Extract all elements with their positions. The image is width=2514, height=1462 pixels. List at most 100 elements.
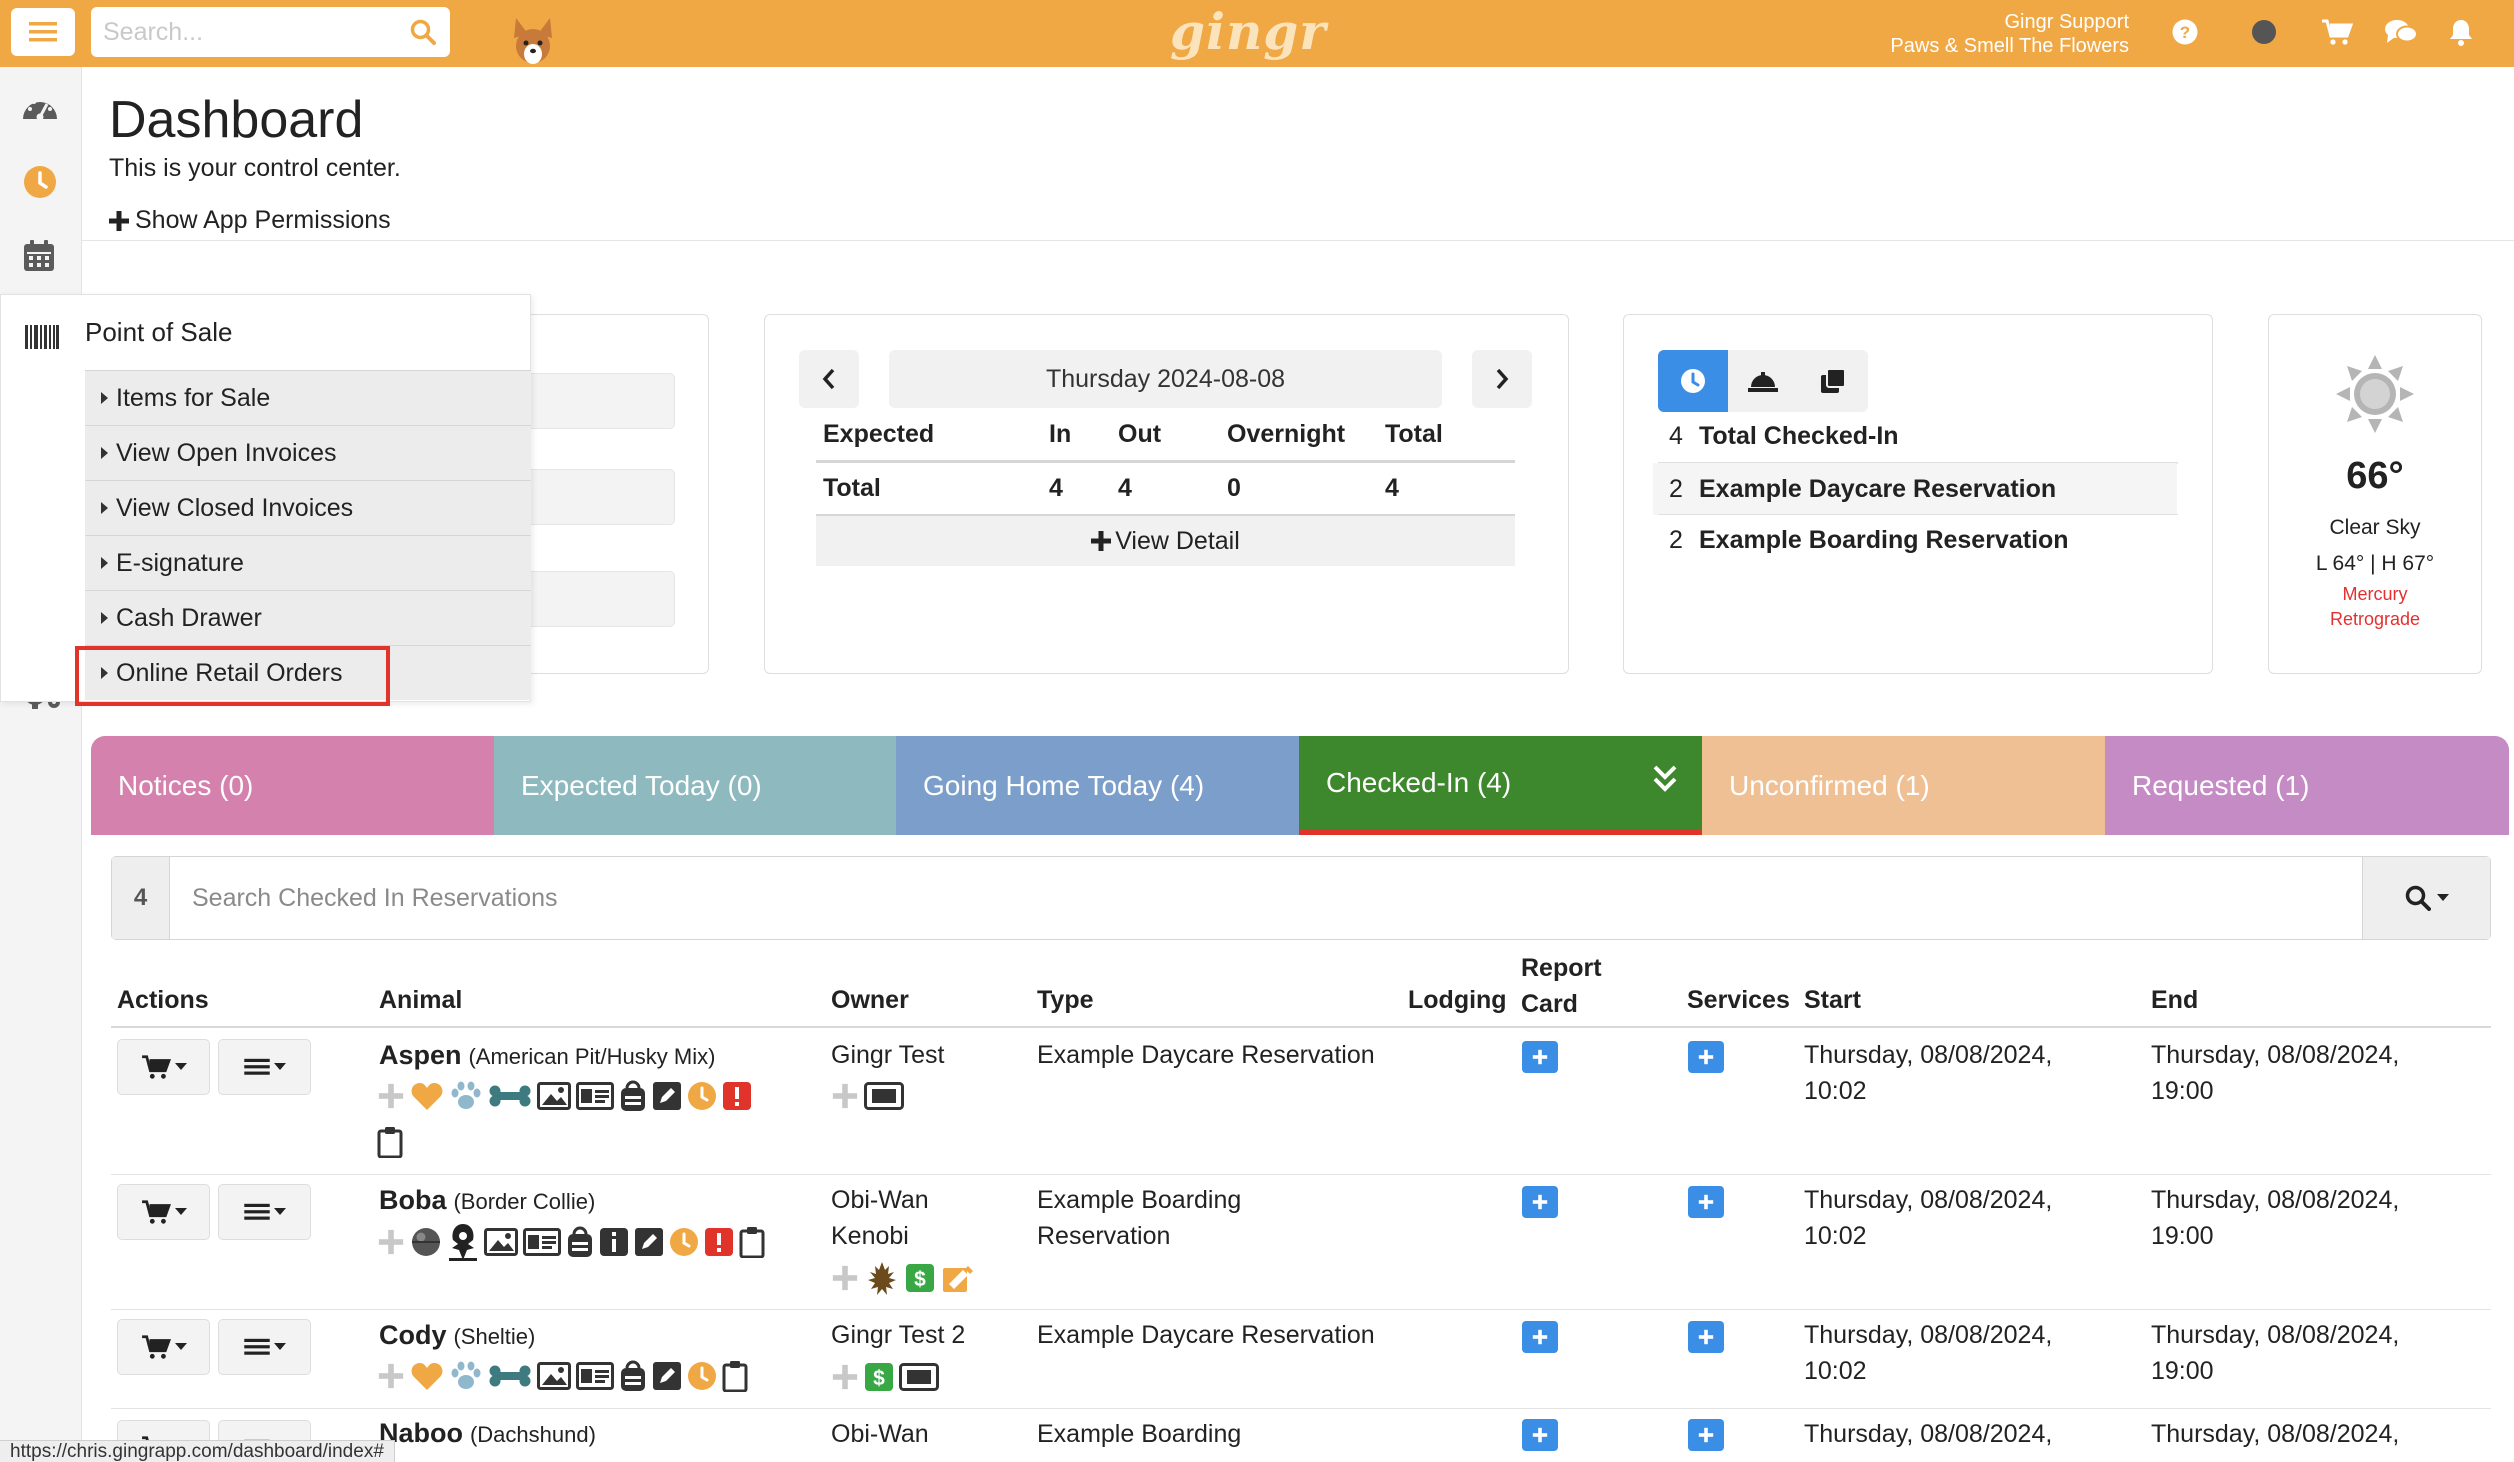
animal-name-cell[interactable]: Naboo (Dachshund) [379, 1418, 596, 1449]
row-menu-button[interactable] [218, 1039, 311, 1095]
jedi-emblem-icon[interactable] [864, 1260, 900, 1296]
clipboard-icon[interactable] [722, 1360, 748, 1392]
pos-menu-header[interactable]: Point of Sale [1, 295, 532, 370]
paw-icon[interactable] [449, 1081, 483, 1111]
image-icon[interactable] [537, 1362, 571, 1390]
add-report-card-button[interactable] [1522, 1186, 1558, 1218]
row-cart-button[interactable] [117, 1184, 210, 1240]
pos-items-for-sale[interactable]: Items for Sale [85, 370, 531, 425]
add-report-card-button[interactable] [1522, 1041, 1558, 1073]
edit-icon[interactable] [652, 1361, 682, 1391]
reservations-search-input[interactable] [192, 873, 1792, 923]
rebel-emblem-icon[interactable] [447, 1222, 479, 1262]
search-icon [2405, 885, 2431, 911]
tab-going-home-today[interactable]: Going Home Today (4) [896, 736, 1299, 835]
toggle-copy-view[interactable] [1798, 350, 1868, 412]
heart-icon[interactable] [410, 1361, 444, 1391]
pos-cash-drawer[interactable]: Cash Drawer [85, 590, 531, 645]
edit-icon[interactable] [634, 1227, 664, 1257]
clipboard-icon[interactable] [739, 1226, 765, 1258]
toggle-bell-view[interactable] [1728, 350, 1798, 412]
calendar-icon[interactable] [22, 239, 56, 273]
clock-icon[interactable] [687, 1081, 717, 1111]
ticket-icon[interactable] [864, 1082, 904, 1110]
bone-icon[interactable] [488, 1084, 532, 1108]
image-icon[interactable] [537, 1082, 571, 1110]
id-card-icon[interactable] [576, 1362, 614, 1390]
animal-name-cell[interactable]: Aspen (American Pit/Husky Mix) [379, 1040, 715, 1071]
alert-icon[interactable] [704, 1227, 734, 1257]
clock-icon[interactable] [22, 164, 58, 200]
current-date[interactable]: Thursday 2024-08-08 [889, 350, 1442, 408]
id-card-icon[interactable] [576, 1082, 614, 1110]
paw-icon[interactable] [449, 1361, 483, 1391]
clock-icon[interactable] [687, 1361, 717, 1391]
next-day-button[interactable] [1472, 350, 1532, 408]
bag-icon[interactable] [566, 1226, 594, 1258]
clipboard-icon[interactable] [377, 1126, 403, 1158]
chat-icon[interactable] [2384, 18, 2418, 46]
bag-icon[interactable] [619, 1080, 647, 1112]
add-icon[interactable] [377, 1082, 405, 1110]
info-icon[interactable] [599, 1227, 629, 1257]
animal-name-cell[interactable]: Boba (Border Collie) [379, 1185, 595, 1216]
row-menu-button[interactable] [218, 1319, 311, 1375]
col-total: Total [1385, 420, 1443, 448]
dollar-icon[interactable] [905, 1263, 935, 1293]
tab-expected-today[interactable]: Expected Today (0) [494, 736, 896, 835]
animal-name-cell[interactable]: Cody (Sheltie) [379, 1320, 535, 1351]
heart-icon[interactable] [410, 1081, 444, 1111]
tab-requested[interactable]: Requested (1) [2105, 736, 2509, 835]
bag-icon[interactable] [619, 1360, 647, 1392]
search-icon[interactable] [410, 19, 436, 45]
owner-cell[interactable]: Obi-Wan Kenobi [831, 1182, 929, 1254]
add-services-button[interactable] [1688, 1041, 1724, 1073]
dollar-icon[interactable] [864, 1362, 894, 1392]
cart-icon[interactable] [2321, 18, 2353, 46]
signature-icon[interactable] [940, 1262, 976, 1294]
status-dot-icon[interactable] [2250, 18, 2278, 46]
user-info[interactable]: Gingr Support Paws & Smell The Flowers [1890, 10, 2129, 58]
notifications-bell-icon[interactable] [2448, 18, 2474, 46]
pos-view-open-invoices[interactable]: View Open Invoices [85, 425, 531, 480]
edit-icon[interactable] [652, 1081, 682, 1111]
row-cart-button[interactable] [117, 1039, 210, 1095]
add-icon[interactable] [831, 1363, 859, 1391]
add-services-button[interactable] [1688, 1419, 1724, 1451]
add-services-button[interactable] [1688, 1186, 1724, 1218]
menu-toggle-button[interactable] [11, 8, 75, 56]
owner-cell[interactable]: Obi-Wan [831, 1416, 929, 1452]
tab-unconfirmed[interactable]: Unconfirmed (1) [1702, 736, 2105, 835]
toggle-clock-view[interactable] [1658, 350, 1728, 412]
tab-checked-in[interactable]: Checked-In (4) [1299, 736, 1702, 835]
tab-notices[interactable]: Notices (0) [91, 736, 494, 835]
add-report-card-button[interactable] [1522, 1419, 1558, 1451]
owner-cell[interactable]: Gingr Test 2 [831, 1317, 965, 1353]
add-services-button[interactable] [1688, 1321, 1724, 1353]
id-card-icon[interactable] [523, 1228, 561, 1256]
ticket-icon[interactable] [899, 1363, 939, 1391]
add-report-card-button[interactable] [1522, 1321, 1558, 1353]
search-options-button[interactable] [2362, 857, 2490, 939]
show-permissions-link[interactable]: Show App Permissions [109, 206, 391, 235]
add-icon[interactable] [377, 1228, 405, 1256]
row-cart-button[interactable] [117, 1319, 210, 1375]
add-icon[interactable] [377, 1362, 405, 1390]
dashboard-gauge-icon[interactable] [20, 91, 60, 123]
top-bar: gingr Gingr Support Paws & Smell The Flo… [0, 0, 2514, 67]
owner-cell[interactable]: Gingr Test [831, 1037, 944, 1073]
view-detail-button[interactable]: View Detail [816, 516, 1515, 566]
previous-day-button[interactable] [799, 350, 859, 408]
add-icon[interactable] [831, 1264, 859, 1292]
pos-e-signature[interactable]: E-signature [85, 535, 531, 590]
row-menu-button[interactable] [218, 1184, 311, 1240]
image-icon[interactable] [484, 1228, 518, 1256]
add-icon[interactable] [831, 1082, 859, 1110]
clock-icon[interactable] [669, 1227, 699, 1257]
bone-icon[interactable] [488, 1364, 532, 1388]
death-star-icon[interactable] [410, 1226, 442, 1258]
global-search-input[interactable] [103, 7, 393, 57]
help-icon[interactable]: ? [2171, 18, 2199, 46]
pos-view-closed-invoices[interactable]: View Closed Invoices [85, 480, 531, 535]
alert-icon[interactable] [722, 1081, 752, 1111]
